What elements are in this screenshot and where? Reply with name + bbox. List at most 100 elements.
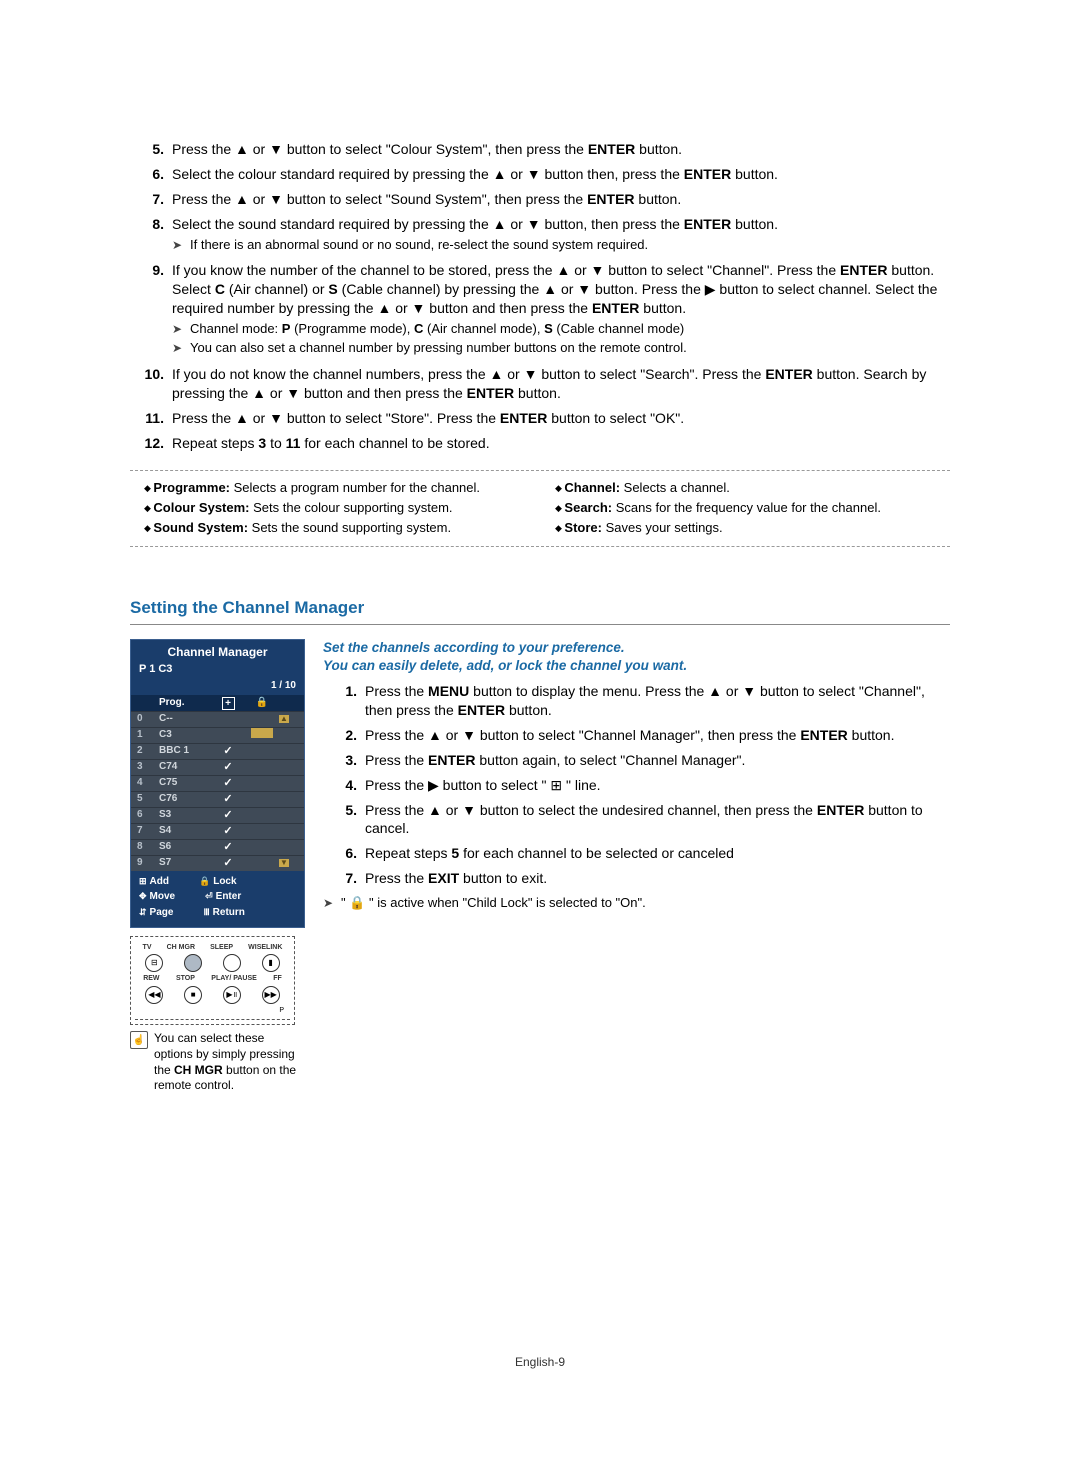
sub-note-text: Channel mode: P (Programme mode), C (Air… — [190, 320, 950, 338]
step-body: If you know the number of the channel to… — [172, 261, 950, 359]
cm-row-index: 7 — [137, 824, 159, 838]
step-body: Press the ▶ button to select " ⊞ " line. — [365, 776, 950, 795]
instructions-column: Set the channels according to your prefe… — [323, 639, 950, 914]
remote-label: PLAY/ PAUSE — [211, 974, 257, 983]
definition-text: Sets the sound supporting system. — [248, 520, 451, 535]
cm-row-index: 2 — [137, 744, 159, 758]
note-arrow-icon: ➤ — [172, 339, 190, 356]
cm-row-name: S3 — [159, 808, 211, 822]
step-body: Press the MENU button to display the men… — [365, 682, 950, 720]
definition-term: Programme: — [153, 480, 230, 495]
remote-btn-ff: ▶▶ — [262, 986, 280, 1004]
step-item: 3.Press the ENTER button again, to selec… — [323, 751, 950, 770]
hint-icon: ☝ — [130, 1031, 148, 1049]
intro-line-1: Set the channels according to your prefe… — [323, 640, 625, 655]
cm-row-check: ✓ — [211, 856, 245, 871]
cm-row-name: C-- — [159, 712, 211, 726]
cm-row-index: 1 — [137, 728, 159, 742]
scroll-down-icon: ▼ — [279, 859, 289, 867]
definition-term: Colour System: — [153, 500, 249, 515]
cm-body: 0C--▲1C32BBC 1✓3C74✓4C75✓5C76✓6S3✓7S4✓8S… — [131, 711, 304, 871]
cm-foot-add: Add — [150, 876, 169, 887]
definition-text: Sets the colour supporting system. — [250, 500, 453, 515]
cm-row-name: BBC 1 — [159, 744, 211, 758]
illustration-column: Channel Manager P 1 C3 1 / 10 Prog. 🔒 0C… — [130, 639, 305, 1094]
cm-head-prog: Prog. — [159, 696, 211, 710]
step-body: Select the colour standard required by p… — [172, 165, 950, 184]
cm-row-index: 3 — [137, 760, 159, 774]
cm-row: 8S6✓ — [131, 839, 304, 855]
definition-item: Store: Saves your settings. — [555, 519, 936, 537]
remote-label: SLEEP — [210, 943, 233, 952]
cm-row: 1C3 — [131, 727, 304, 743]
cm-footer: ⊞Add 🔒Lock ✥Move ⏎Enter ⇵Page ⅢReturn — [131, 871, 304, 928]
cm-row-name: S6 — [159, 840, 211, 854]
cm-row-name: C75 — [159, 776, 211, 790]
definition-item: Programme: Selects a program number for … — [144, 479, 525, 497]
cm-row-name: S4 — [159, 824, 211, 838]
remote-btn-rew: ◀◀ — [145, 986, 163, 1004]
note-arrow-icon: ➤ — [172, 320, 190, 337]
cm-row: 2BBC 1✓ — [131, 743, 304, 759]
definition-item: Sound System: Sets the sound supporting … — [144, 519, 525, 537]
step-item: 4.Press the ▶ button to select " ⊞ " lin… — [323, 776, 950, 795]
cm-row: 0C--▲ — [131, 711, 304, 727]
step-body: Press the ▲ or ▼ button to select "Colou… — [172, 140, 950, 159]
step-item: 12.Repeat steps 3 to 11 for each channel… — [130, 434, 950, 453]
step-body: Press the ▲ or ▼ button to select "Chann… — [365, 726, 950, 745]
cm-title: Channel Manager — [131, 640, 304, 662]
step-item: 10.If you do not know the channel number… — [130, 365, 950, 403]
cm-row-name: C74 — [159, 760, 211, 774]
step-number: 6. — [130, 165, 172, 184]
step-item: 11.Press the ▲ or ▼ button to select "St… — [130, 409, 950, 428]
step-body: Press the EXIT button to exit. — [365, 869, 950, 888]
cm-row: 5C76✓ — [131, 791, 304, 807]
cm-row-lock-cell — [245, 728, 279, 743]
cm-row-index: 6 — [137, 808, 159, 822]
step-body: If you do not know the channel numbers, … — [172, 365, 950, 403]
cm-header-row: Prog. 🔒 — [131, 695, 304, 711]
step-number: 7. — [130, 190, 172, 209]
channel-manager-panel: Channel Manager P 1 C3 1 / 10 Prog. 🔒 0C… — [130, 639, 305, 928]
cm-foot-page: Page — [150, 907, 174, 918]
cm-row-name: C3 — [159, 728, 211, 742]
cm-row: 7S4✓ — [131, 823, 304, 839]
cm-foot-lock: Lock — [213, 876, 236, 887]
step-item: 6.Select the colour standard required by… — [130, 165, 950, 184]
step-number: 1. — [323, 682, 365, 720]
sub-note: ➤Channel mode: P (Programme mode), C (Ai… — [172, 320, 950, 338]
step-number: 12. — [130, 434, 172, 453]
step-item: 5.Press the ▲ or ▼ button to select "Col… — [130, 140, 950, 159]
definition-item: Search: Scans for the frequency value fo… — [555, 499, 936, 517]
steps-top: 5.Press the ▲ or ▼ button to select "Col… — [130, 140, 950, 452]
page-icon: ⇵ — [139, 907, 147, 917]
step-body: Press the ▲ or ▼ button to select the un… — [365, 801, 950, 839]
cm-row: 4C75✓ — [131, 775, 304, 791]
remote-label: STOP — [176, 974, 195, 983]
cm-row-check: ✓ — [211, 776, 245, 791]
definition-term: Sound System: — [153, 520, 248, 535]
step-body: Press the ▲ or ▼ button to select "Store… — [172, 409, 950, 428]
intro-line-2: You can easily delete, add, or lock the … — [323, 658, 687, 673]
page-footer: English-9 — [130, 1354, 950, 1370]
step-body: Select the sound standard required by pr… — [172, 215, 950, 255]
step-number: 5. — [130, 140, 172, 159]
remote-btn-stop: ■ — [184, 986, 202, 1004]
step-number: 5. — [323, 801, 365, 839]
cm-row-check: ✓ — [211, 760, 245, 775]
definition-text: Saves your settings. — [602, 520, 723, 535]
section-rule — [130, 624, 950, 625]
remote-label: REW — [143, 974, 159, 983]
return-icon: Ⅲ — [203, 907, 209, 917]
step-item: 8.Select the sound standard required by … — [130, 215, 950, 255]
definitions-box: Programme: Selects a program number for … — [130, 470, 950, 547]
lock-column-icon: 🔒 — [245, 696, 279, 710]
remote-btn-wiselink: ▮ — [262, 954, 280, 972]
lock-note-text: " 🔒 " is active when "Child Lock" is sel… — [341, 894, 950, 912]
remote-label: TV — [143, 943, 152, 952]
sub-note-text: If there is an abnormal sound or no soun… — [190, 236, 950, 254]
cm-row-check: ✓ — [211, 808, 245, 823]
definition-item: Channel: Selects a channel. — [555, 479, 936, 497]
cm-row-check: ✓ — [211, 824, 245, 839]
cm-row-index: 4 — [137, 776, 159, 790]
